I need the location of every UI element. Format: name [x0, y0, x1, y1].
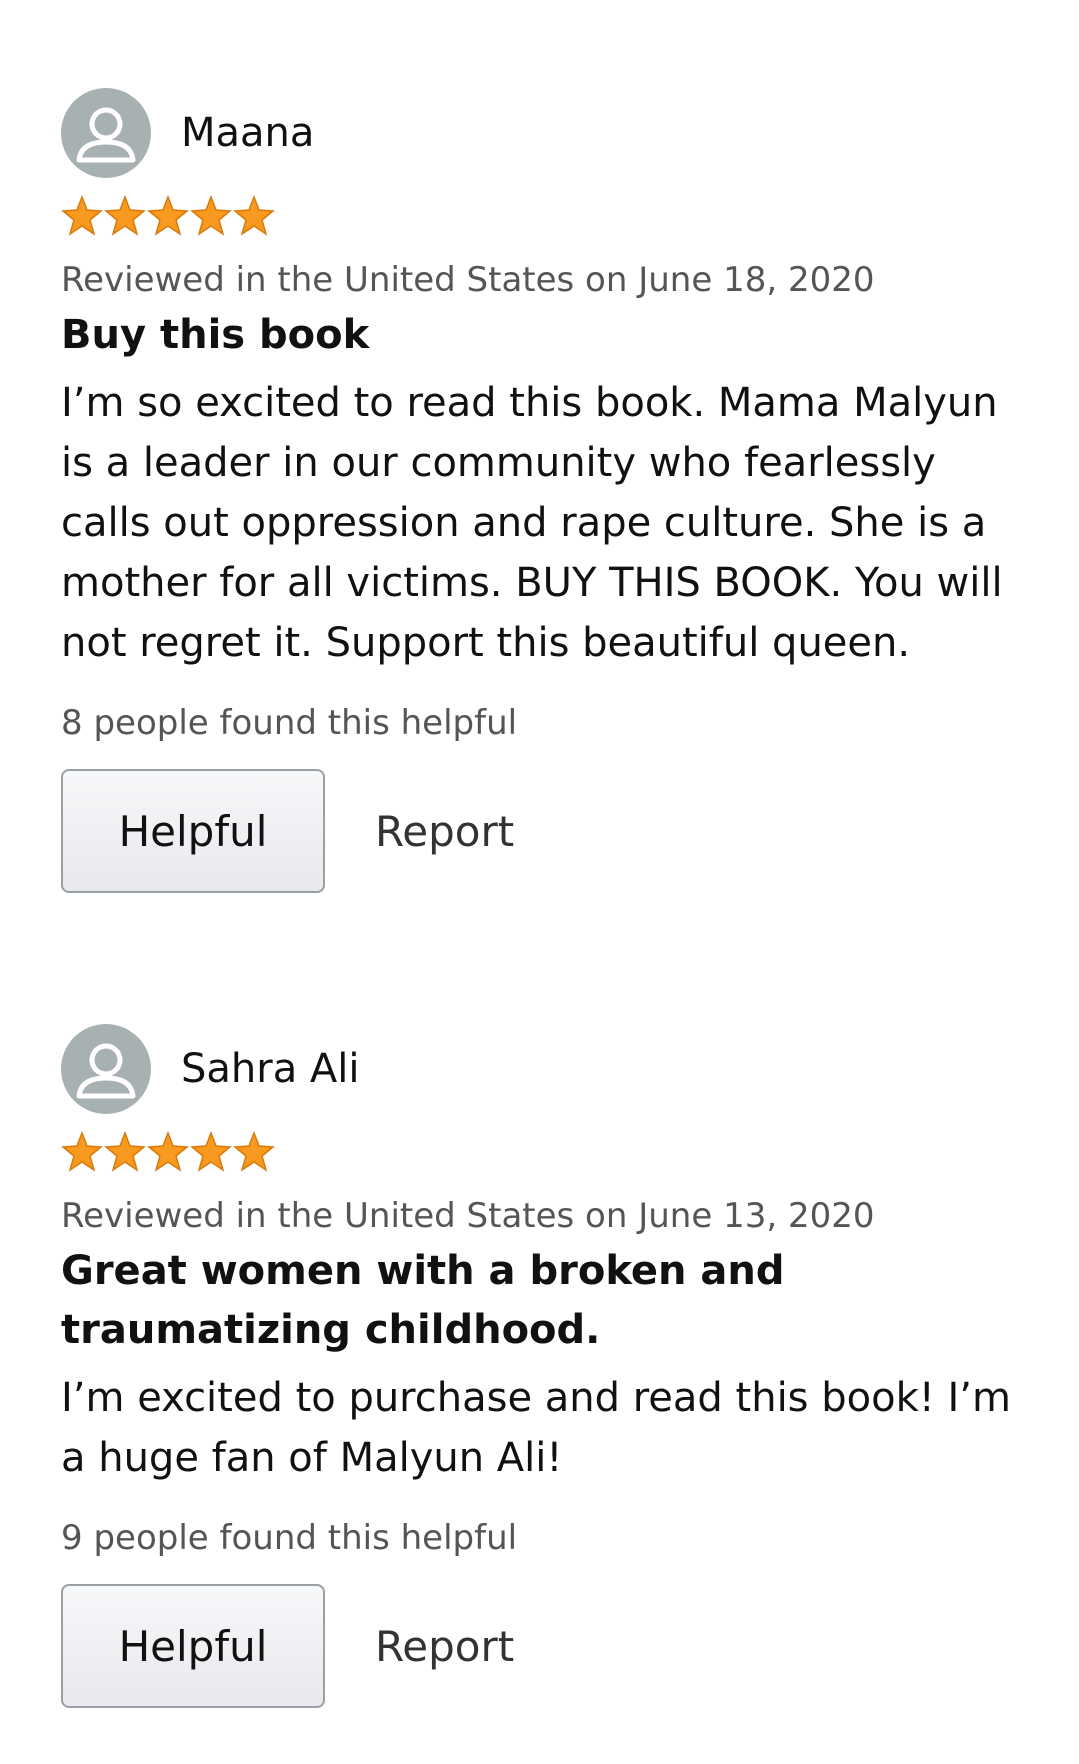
star-icon: [104, 1131, 146, 1172]
review-body: I’m so excited to read this book. Mama M…: [61, 380, 1003, 666]
user-silhouette-icon: [61, 1024, 151, 1114]
helpful-count: 9 people found this helpful: [61, 1518, 518, 1558]
review-date: Reviewed in the United States on June 18…: [61, 260, 875, 300]
reviewer-profile[interactable]: Maana: [61, 88, 1021, 178]
helpful-button[interactable]: Helpful: [61, 769, 325, 893]
review-title: Buy this book: [61, 312, 370, 358]
report-link[interactable]: Report: [375, 807, 514, 856]
star-rating: [61, 1126, 1021, 1178]
star-icon: [190, 1131, 232, 1172]
review-card: Sahra Ali Reviewed in the United States …: [61, 1024, 1021, 1708]
reviewer-profile[interactable]: Sahra Ali: [61, 1024, 1021, 1114]
star-icon: [147, 1131, 189, 1172]
star-icon: [233, 1131, 275, 1172]
star-icon: [61, 195, 103, 236]
star-icon: [147, 195, 189, 236]
star-rating: [61, 190, 1021, 242]
star-icon: [233, 195, 275, 236]
helpful-count: 8 people found this helpful: [61, 703, 518, 743]
star-icon: [190, 195, 232, 236]
reviewer-name[interactable]: Sahra Ali: [181, 1046, 360, 1092]
review-body: I’m excited to purchase and read this bo…: [61, 1375, 1011, 1481]
review-title: Great women with a broken and traumatizi…: [61, 1248, 785, 1353]
review-actions: Helpful Report: [61, 769, 1021, 893]
star-icon: [61, 1131, 103, 1172]
review-card: Maana Reviewed in the United States on J…: [61, 88, 1021, 893]
reviewer-name[interactable]: Maana: [181, 110, 314, 156]
star-icon: [104, 195, 146, 236]
helpful-button[interactable]: Helpful: [61, 1584, 325, 1708]
review-date: Reviewed in the United States on June 13…: [61, 1196, 875, 1236]
report-link[interactable]: Report: [375, 1622, 514, 1671]
user-silhouette-icon: [61, 88, 151, 178]
review-actions: Helpful Report: [61, 1584, 1021, 1708]
